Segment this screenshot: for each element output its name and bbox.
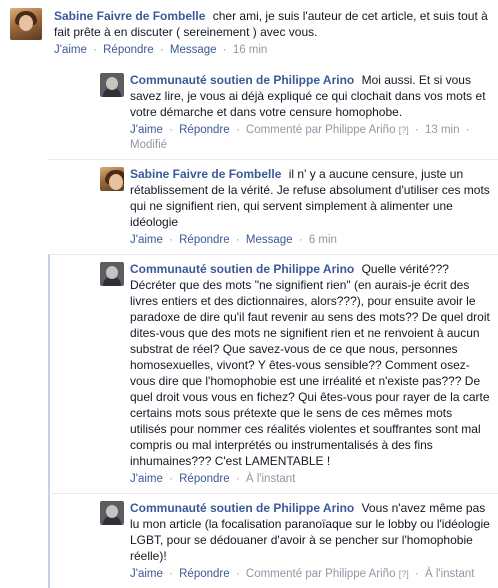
reply-link[interactable]: Répondre	[179, 568, 230, 580]
message-link[interactable]: Message	[246, 234, 293, 246]
like-link[interactable]: J'aime	[130, 568, 163, 580]
avatar[interactable]	[100, 167, 124, 191]
like-link[interactable]: J'aime	[54, 44, 87, 56]
comment-author-link[interactable]: Sabine Faivre de Fombelle	[54, 9, 205, 23]
separator: ·	[235, 568, 240, 580]
comment-author-link[interactable]: Communauté soutien de Philippe Arino	[130, 262, 354, 276]
avatar[interactable]	[100, 262, 124, 286]
reply-link[interactable]: Répondre	[179, 124, 230, 136]
timestamp[interactable]: 6 min	[309, 234, 337, 246]
timestamp[interactable]: À l'instant	[425, 568, 475, 580]
comment-sabine-1: Sabine Faivre de Fombelle cher ami, je s…	[0, 0, 498, 66]
comment-body: Communauté soutien de Philippe Arino Vou…	[130, 500, 490, 564]
separator: ·	[235, 473, 240, 485]
separator: ·	[414, 568, 419, 580]
separator: ·	[465, 124, 470, 136]
separator: ·	[169, 234, 173, 246]
comment-author-link[interactable]: Communauté soutien de Philippe Arino	[130, 501, 354, 515]
timestamp[interactable]: À l'instant	[246, 473, 296, 485]
reply-sabine-2: Sabine Faivre de Fombelle il n' y a aucu…	[48, 159, 498, 254]
comment-body: Communauté soutien de Philippe Arino Que…	[130, 261, 490, 469]
separator: ·	[235, 234, 240, 246]
message-link[interactable]: Message	[170, 44, 217, 56]
comment-body: Sabine Faivre de Fombelle il n' y a aucu…	[130, 166, 490, 230]
avatar[interactable]	[100, 73, 124, 97]
comment-actions: J'aime · Répondre · Commenté par Philipp…	[130, 567, 490, 582]
separator: ·	[222, 44, 227, 56]
reply-page-2: Communauté soutien de Philippe Arino Que…	[48, 254, 498, 493]
comment-actions: J'aime · Répondre · Message · 16 min	[54, 43, 490, 58]
replies-thread: Communauté soutien de Philippe Arino Moi…	[48, 66, 498, 588]
like-link[interactable]: J'aime	[130, 234, 163, 246]
timestamp[interactable]: 16 min	[233, 44, 268, 56]
reply-link[interactable]: Répondre	[179, 473, 230, 485]
reply-link[interactable]: Répondre	[179, 234, 230, 246]
commented-by: Commenté par Philippe Ariño	[245, 568, 396, 580]
like-link[interactable]: J'aime	[130, 124, 163, 136]
help-link[interactable]: [?]	[399, 569, 409, 579]
separator: ·	[169, 124, 173, 136]
separator: ·	[93, 44, 97, 56]
separator: ·	[159, 44, 164, 56]
separator: ·	[169, 568, 173, 580]
timestamp[interactable]: 13 min	[425, 124, 460, 136]
avatar[interactable]	[10, 8, 42, 40]
separator: ·	[235, 124, 240, 136]
comment-actions: J'aime · Répondre · À l'instant	[130, 472, 490, 487]
reply-page-1: Communauté soutien de Philippe Arino Moi…	[48, 66, 498, 159]
modified-label[interactable]: Modifié	[130, 139, 167, 151]
avatar[interactable]	[100, 501, 124, 525]
comment-actions: J'aime · Répondre · Message · 6 min	[130, 233, 490, 248]
help-link[interactable]: [?]	[399, 125, 409, 135]
commented-by: Commenté par Philippe Ariño	[245, 124, 396, 136]
separator: ·	[169, 473, 173, 485]
separator: ·	[298, 234, 303, 246]
comment-author-link[interactable]: Communauté soutien de Philippe Arino	[130, 73, 354, 87]
reply-link[interactable]: Répondre	[103, 44, 154, 56]
comment-actions: J'aime · Répondre · Commenté par Philipp…	[130, 123, 490, 153]
comment-body: Sabine Faivre de Fombelle cher ami, je s…	[54, 8, 490, 40]
comment-author-link[interactable]: Sabine Faivre de Fombelle	[130, 167, 281, 181]
reply-page-3: Communauté soutien de Philippe Arino Vou…	[48, 493, 498, 588]
separator: ·	[414, 124, 419, 136]
comment-text: Quelle vérité??? Décréter que des mots "…	[130, 262, 490, 468]
comment-body: Communauté soutien de Philippe Arino Moi…	[130, 72, 490, 120]
like-link[interactable]: J'aime	[130, 473, 163, 485]
